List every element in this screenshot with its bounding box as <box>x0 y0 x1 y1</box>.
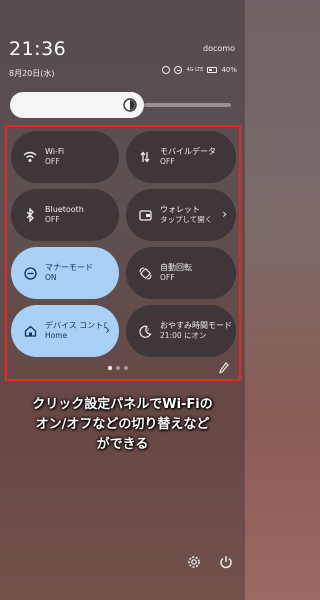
tile-state: 21:00 にオン <box>160 331 207 341</box>
tile-silent-mode[interactable]: マナーモード ON <box>11 247 119 299</box>
tile-state: ON <box>45 273 57 283</box>
bottom-actions <box>187 555 233 569</box>
caption-line: ができる <box>96 437 149 452</box>
battery-icon <box>207 67 218 73</box>
battery-percent: 40% <box>221 66 237 74</box>
tile-bedtime-mode[interactable]: z おやすみ時間モード 21:00 にオン <box>126 305 236 357</box>
quick-settings-panel: Wi-Fi OFF モバイルデータ OFF Bluetooth OFF ウォレット タッ… <box>5 125 241 381</box>
tile-state: OFF <box>160 157 175 167</box>
tile-label: デバイス コントロール <box>45 321 107 331</box>
brightness-icon <box>123 98 137 112</box>
mobile-data-icon <box>136 148 154 166</box>
settings-icon[interactable] <box>187 555 201 569</box>
tile-label: Bluetooth <box>45 205 84 215</box>
tile-state: タップして開く <box>160 215 213 225</box>
tile-label: ウォレット <box>160 205 200 215</box>
tile-state: OFF <box>160 273 175 283</box>
tile-label: マナーモード <box>45 263 93 273</box>
date: 8月20日(水) <box>9 69 55 78</box>
tile-label: 自動回転 <box>160 263 192 273</box>
svg-text:z: z <box>147 327 149 332</box>
tile-wifi[interactable]: Wi-Fi OFF <box>11 131 119 183</box>
edit-icon[interactable] <box>219 362 229 374</box>
signal-icon: 4G LTE <box>186 66 204 73</box>
caption-line: クリック設定パネルでWi-Fiの <box>32 397 213 412</box>
page-dot <box>108 366 112 370</box>
tile-device-controls[interactable]: デバイス コントロールHome › <box>11 305 119 357</box>
home-icon <box>21 322 39 340</box>
brightness-track <box>144 103 231 107</box>
tile-bluetooth[interactable]: Bluetooth OFF <box>11 189 119 241</box>
alarm-icon <box>162 66 171 74</box>
tile-label: Wi-Fi <box>45 147 65 157</box>
do-not-disturb-icon <box>174 66 183 74</box>
tile-auto-rotate[interactable]: 自動回転 OFF <box>126 247 236 299</box>
chevron-right-icon: › <box>105 323 110 337</box>
chevron-right-icon: › <box>222 207 227 221</box>
clock: 21:36 <box>9 38 67 60</box>
carrier-name: docomo <box>203 44 235 53</box>
tile-state: OFF <box>45 215 60 225</box>
silent-mode-icon <box>21 264 39 282</box>
page-indicator[interactable] <box>108 366 128 370</box>
tile-label: モバイルデータ <box>160 147 216 157</box>
status-bar: 21:36 docomo 8月20日(水) 4G LTE 40% <box>0 0 245 90</box>
tile-wallet[interactable]: ウォレット タップして開く › <box>126 189 236 241</box>
brightness-slider[interactable] <box>10 92 233 118</box>
tile-label: おやすみ時間モード <box>160 321 232 331</box>
wallet-icon <box>136 206 154 224</box>
tile-state: Home <box>45 331 68 341</box>
tile-mobile-data[interactable]: モバイルデータ OFF <box>126 131 236 183</box>
bedtime-icon: z <box>136 322 154 340</box>
caption-line: オン/オフなどの切り替えなど <box>35 417 210 432</box>
wifi-icon <box>21 148 39 166</box>
status-icons: 4G LTE 40% <box>162 66 237 74</box>
page-dot <box>124 366 128 370</box>
power-icon[interactable] <box>219 555 233 569</box>
tile-state: OFF <box>45 157 60 167</box>
bluetooth-icon <box>21 206 39 224</box>
caption-overlay: クリック設定パネルでWi-Fiの オン/オフなどの切り替えなど ができる <box>0 395 245 455</box>
auto-rotate-icon <box>136 264 154 282</box>
page-dot <box>116 366 120 370</box>
